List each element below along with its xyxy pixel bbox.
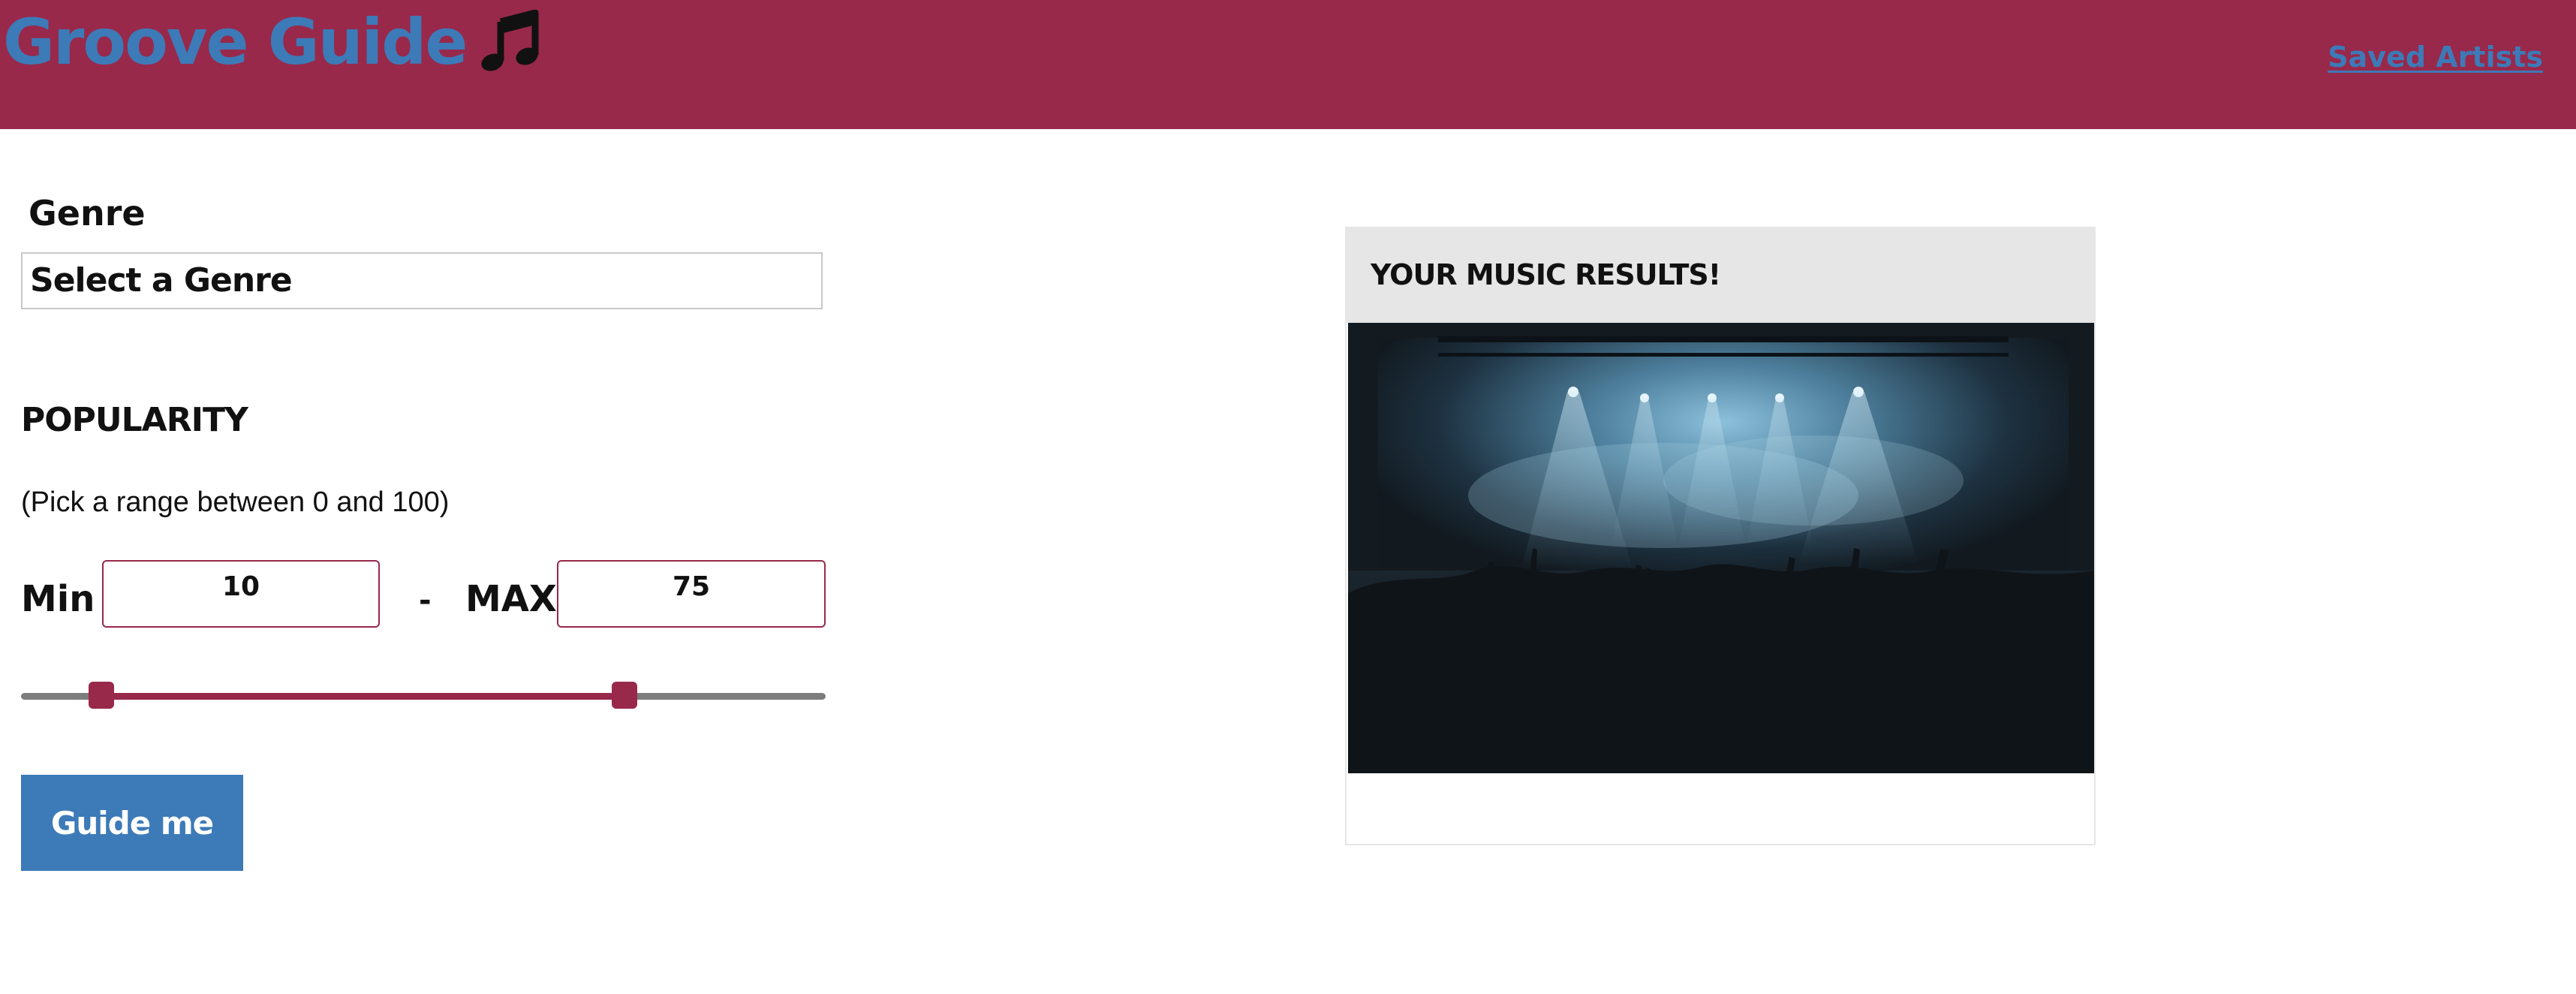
- brand[interactable]: Groove Guide: [3, 5, 540, 80]
- concert-crowd-image: [1348, 323, 2094, 773]
- popularity-label: POPULARITY: [21, 401, 248, 439]
- results-card-header: YOUR MUSIC RESULTS!: [1347, 228, 2094, 323]
- min-label: Min: [21, 578, 95, 620]
- max-label: MAX: [465, 578, 557, 620]
- results-title: YOUR MUSIC RESULTS!: [1371, 258, 1721, 291]
- genre-label: Genre: [29, 193, 146, 233]
- music-note-icon: [481, 10, 539, 71]
- site-title[interactable]: Groove Guide: [3, 5, 468, 80]
- range-dash: -: [419, 583, 432, 618]
- results-card: YOUR MUSIC RESULTS!: [1345, 227, 2096, 845]
- min-input[interactable]: [102, 560, 380, 628]
- genre-select[interactable]: Select a Genre: [21, 252, 823, 309]
- popularity-range-slider[interactable]: [21, 680, 826, 712]
- slider-selected-range: [101, 693, 624, 700]
- slider-max-thumb[interactable]: [612, 682, 637, 709]
- slider-min-thumb[interactable]: [89, 682, 115, 709]
- genre-select-value: Select a Genre: [30, 261, 293, 300]
- max-input[interactable]: [557, 560, 826, 628]
- saved-artists-link[interactable]: Saved Artists: [2328, 41, 2543, 74]
- popularity-help-text: (Pick a range between 0 and 100): [21, 486, 450, 518]
- site-header: Groove Guide Saved Artists: [0, 0, 2576, 129]
- guide-me-button[interactable]: Guide me: [21, 775, 243, 871]
